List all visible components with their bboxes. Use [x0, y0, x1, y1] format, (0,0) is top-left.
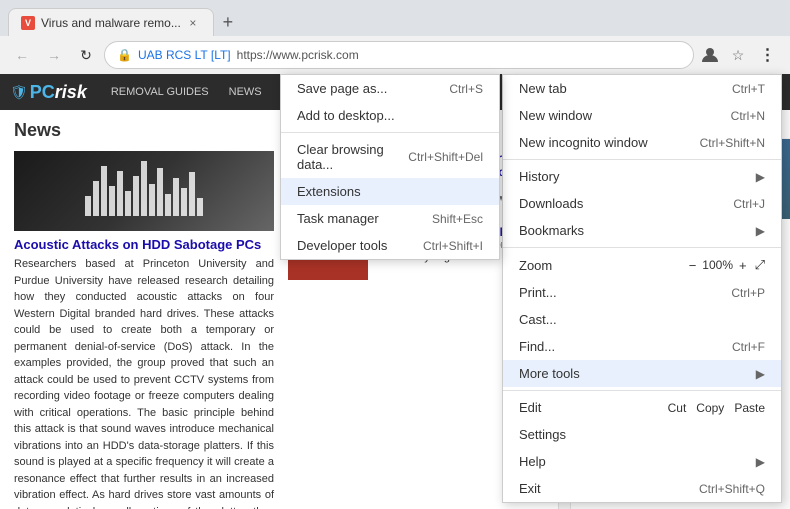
menu-item-incognito[interactable]: New incognito window Ctrl+Shift+N	[503, 129, 781, 156]
security-company: UAB RCS LT [LT]	[138, 48, 231, 62]
browser-frame: V Virus and malware remo... × + ← → ↻ 🔒 …	[0, 0, 790, 509]
menu-dots-btn[interactable]: ⋮	[754, 41, 782, 69]
zoom-expand[interactable]: ⤢	[755, 257, 765, 273]
address-box[interactable]: 🔒 UAB RCS LT [LT] https://www.pcrisk.com	[104, 41, 694, 69]
menu-arrow-history: ▶	[756, 170, 765, 184]
security-icon: 🔒	[117, 48, 132, 62]
submenu-separator	[281, 132, 499, 133]
submenu-item-devtools[interactable]: Developer tools Ctrl+Shift+I	[281, 232, 499, 259]
menu-separator-2	[503, 247, 781, 248]
menu-label-settings: Settings	[519, 427, 765, 442]
submenu-shortcut-clear: Ctrl+Shift+Del	[408, 150, 483, 164]
menu-arrow-help: ▶	[756, 455, 765, 469]
article-1-image	[14, 151, 274, 231]
menu-shortcut-incognito: Ctrl+Shift+N	[700, 136, 765, 150]
menu-shortcut-find: Ctrl+F	[732, 340, 765, 354]
tab-favicon: V	[21, 16, 35, 30]
submenu-label-task-manager: Task manager	[297, 211, 432, 226]
submenu: Save page as... Ctrl+S Add to desktop...…	[280, 74, 500, 260]
menu-shortcut-exit: Ctrl+Shift+Q	[699, 482, 765, 496]
forward-btn[interactable]: →	[40, 41, 68, 69]
menu-separator-3	[503, 390, 781, 391]
menu-item-edit[interactable]: Edit Cut Copy Paste	[503, 394, 781, 421]
menu-label-zoom: Zoom	[519, 258, 689, 273]
account-icon[interactable]	[698, 43, 722, 67]
menu-item-zoom[interactable]: Zoom − 100% + ⤢	[503, 251, 781, 279]
menu-label-history: History	[519, 169, 756, 184]
active-tab[interactable]: V Virus and malware remo... ×	[8, 8, 214, 36]
menu-arrow-bookmarks: ▶	[756, 224, 765, 238]
edit-cut[interactable]: Cut	[668, 401, 687, 415]
menu-item-cast[interactable]: Cast...	[503, 306, 781, 333]
menu-label-new-window: New window	[519, 108, 721, 123]
submenu-shortcut-save: Ctrl+S	[449, 82, 483, 96]
submenu-label-clear: Clear browsing data...	[297, 142, 408, 172]
submenu-item-clear[interactable]: Clear browsing data... Ctrl+Shift+Del	[281, 136, 499, 178]
submenu-item-extensions[interactable]: Extensions	[281, 178, 499, 205]
submenu-label-save: Save page as...	[297, 81, 449, 96]
menu-label-edit: Edit	[519, 400, 668, 415]
menu-shortcut-new-window: Ctrl+N	[731, 109, 765, 123]
menu-label-find: Find...	[519, 339, 722, 354]
zoom-plus[interactable]: +	[739, 258, 747, 273]
menu-item-downloads[interactable]: Downloads Ctrl+J	[503, 190, 781, 217]
edit-copy[interactable]: Copy	[696, 401, 724, 415]
zoom-value: 100%	[702, 258, 733, 272]
refresh-btn[interactable]: ↻	[72, 41, 100, 69]
menu-label-print: Print...	[519, 285, 721, 300]
submenu-shortcut-task-manager: Shift+Esc	[432, 212, 483, 226]
menu-item-find[interactable]: Find... Ctrl+F	[503, 333, 781, 360]
menu-shortcut-print: Ctrl+P	[731, 286, 765, 300]
menu-item-more-tools[interactable]: More tools ▶	[503, 360, 781, 387]
submenu-item-desktop[interactable]: Add to desktop...	[281, 102, 499, 129]
menu-label-downloads: Downloads	[519, 196, 723, 211]
address-bar-row: ← → ↻ 🔒 UAB RCS LT [LT] https://www.pcri…	[0, 36, 790, 74]
menu-arrow-more-tools: ▶	[756, 367, 765, 381]
menu-label-new-tab: New tab	[519, 81, 722, 96]
menu-item-exit[interactable]: Exit Ctrl+Shift+Q	[503, 475, 781, 502]
star-icon[interactable]: ☆	[726, 43, 750, 67]
submenu-label-desktop: Add to desktop...	[297, 108, 483, 123]
menu-item-bookmarks[interactable]: Bookmarks ▶	[503, 217, 781, 244]
menu-shortcut-new-tab: Ctrl+T	[732, 82, 765, 96]
context-menu: New tab Ctrl+T New window Ctrl+N New inc…	[502, 74, 782, 503]
menu-item-new-tab[interactable]: New tab Ctrl+T	[503, 75, 781, 102]
new-tab-btn[interactable]: +	[214, 8, 242, 36]
menu-item-print[interactable]: Print... Ctrl+P	[503, 279, 781, 306]
article-1-text: Researchers based at Princeton Universit…	[14, 256, 274, 509]
menu-item-settings[interactable]: Settings	[503, 421, 781, 448]
article-1: Acoustic Attacks on HDD Sabotage PCs Res…	[14, 151, 274, 509]
submenu-label-extensions: Extensions	[297, 184, 483, 199]
menu-label-help: Help	[519, 454, 756, 469]
menu-label-cast: Cast...	[519, 312, 765, 327]
menu-label-bookmarks: Bookmarks	[519, 223, 756, 238]
menu-item-new-window[interactable]: New window Ctrl+N	[503, 102, 781, 129]
submenu-item-save[interactable]: Save page as... Ctrl+S	[281, 75, 499, 102]
article-1-title[interactable]: Acoustic Attacks on HDD Sabotage PCs	[14, 237, 274, 252]
menu-label-exit: Exit	[519, 481, 689, 496]
menu-item-history[interactable]: History ▶	[503, 163, 781, 190]
site-logo: 🛡 PCrisk	[10, 82, 87, 103]
nav-removal-guides[interactable]: REMOVAL GUIDES	[105, 86, 215, 98]
nav-news[interactable]: NEWS	[223, 86, 268, 98]
menu-separator-1	[503, 159, 781, 160]
logo-pc: PC	[30, 82, 55, 103]
submenu-shortcut-devtools: Ctrl+Shift+I	[423, 239, 483, 253]
tab-bar: V Virus and malware remo... × +	[0, 0, 790, 36]
tab-close-btn[interactable]: ×	[185, 15, 201, 31]
edit-paste[interactable]: Paste	[734, 401, 765, 415]
submenu-label-devtools: Developer tools	[297, 238, 423, 253]
back-btn[interactable]: ←	[8, 41, 36, 69]
menu-shortcut-downloads: Ctrl+J	[733, 197, 765, 211]
tab-title: Virus and malware remo...	[41, 16, 181, 30]
zoom-minus[interactable]: −	[689, 258, 697, 273]
menu-label-incognito: New incognito window	[519, 135, 690, 150]
address-url: https://www.pcrisk.com	[237, 48, 359, 62]
menu-label-more-tools: More tools	[519, 366, 756, 381]
submenu-item-task-manager[interactable]: Task manager Shift+Esc	[281, 205, 499, 232]
menu-item-help[interactable]: Help ▶	[503, 448, 781, 475]
logo-risk: risk	[55, 82, 87, 103]
